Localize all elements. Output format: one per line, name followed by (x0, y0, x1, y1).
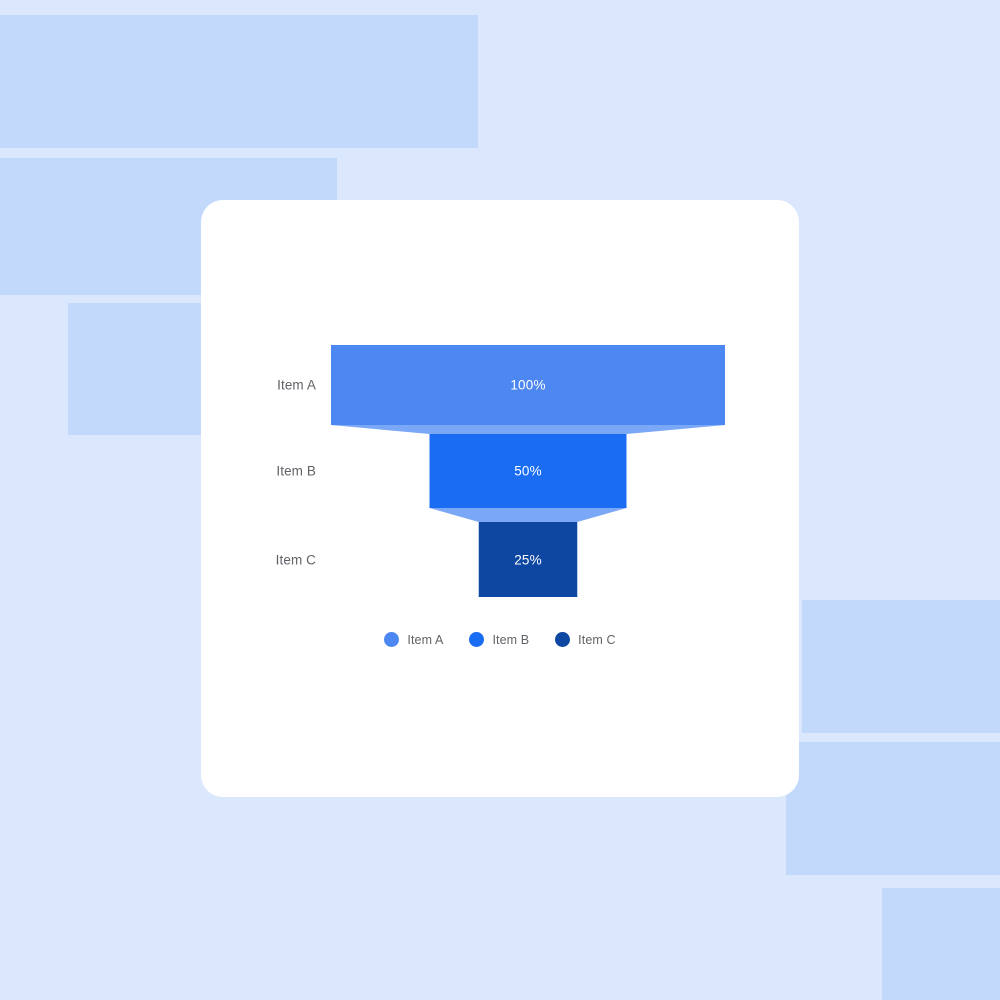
funnel-category-label: Item C (275, 552, 316, 567)
funnel-shapes (331, 345, 725, 597)
chart-legend: Item A Item B Item C (201, 632, 799, 647)
legend-item-label: Item A (407, 632, 444, 647)
legend-swatch-circle-icon (555, 632, 571, 647)
funnel-value-label: 25% (514, 552, 542, 567)
legend-item[interactable]: Item C (555, 632, 615, 647)
funnel-plot-area: Item A 100% Item B 50% Item C 25% Item A Item … (201, 200, 799, 797)
legend-item[interactable]: Item B (469, 632, 529, 647)
legend-swatch-circle-icon (384, 632, 400, 647)
funnel-chart-card: Item A 100% Item B 50% Item C 25% Item A Item … (201, 200, 799, 797)
legend-item-label: Item C (578, 632, 616, 647)
background-rect (802, 600, 1000, 733)
background-rect (0, 15, 478, 148)
background-rect (786, 742, 1000, 875)
funnel-connector (331, 425, 725, 434)
funnel-category-label: Item B (276, 463, 316, 479)
legend-item-label: Item B (492, 632, 530, 647)
funnel-value-label: 100% (510, 377, 546, 393)
funnel-category-label: Item A (277, 377, 316, 393)
legend-swatch-circle-icon (469, 632, 485, 647)
legend-item[interactable]: Item A (384, 632, 443, 647)
funnel-connector (429, 508, 627, 522)
background-rect (882, 888, 1000, 1000)
funnel-value-label: 50% (514, 463, 542, 479)
